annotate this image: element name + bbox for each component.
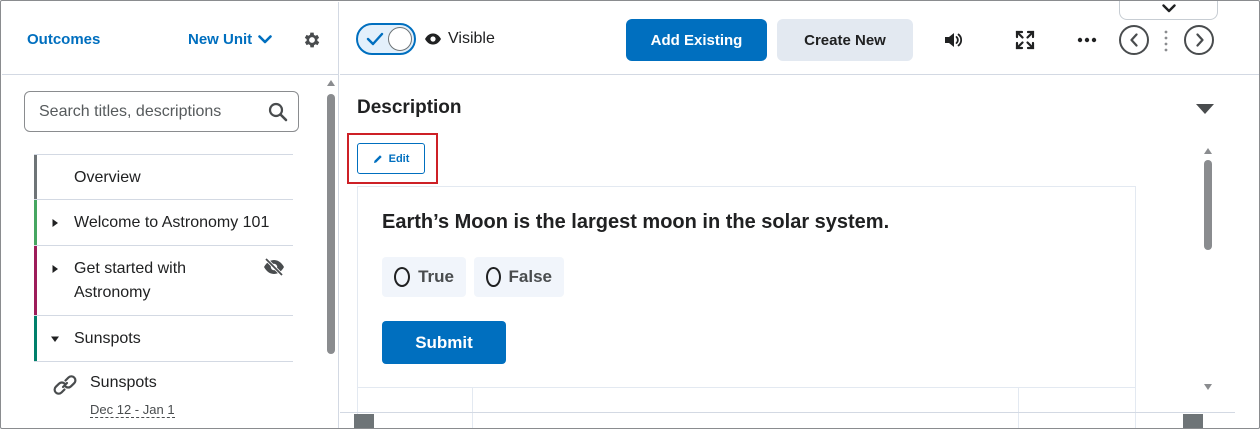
toc-item-overview[interactable]: Overview — [34, 154, 293, 200]
scrollbar-thumb[interactable] — [1204, 160, 1212, 250]
toc-color-bar — [34, 200, 37, 245]
new-unit-label: New Unit — [188, 31, 253, 48]
caret-down-icon[interactable] — [50, 334, 60, 344]
scrollbar-thumb[interactable] — [327, 94, 335, 354]
toc-item-label: Welcome to Astronomy 101 — [74, 214, 270, 231]
search-input[interactable] — [39, 102, 259, 122]
visibility-label: Visible — [448, 30, 495, 47]
choice-false[interactable]: False — [474, 257, 564, 297]
chevron-down-icon — [1162, 4, 1176, 13]
eye-icon — [425, 33, 441, 45]
toc-item-get-started[interactable]: Get started with Astronomy — [34, 246, 293, 316]
read-aloud-button[interactable] — [939, 26, 967, 54]
submit-button[interactable]: Submit — [382, 321, 506, 364]
bottom-bar-edge — [354, 414, 374, 428]
topic-content: Description Edit Earth’s Moon is the lar… — [340, 76, 1235, 428]
question-text: Earth’s Moon is the largest moon in the … — [382, 211, 890, 233]
bottom-bar-edge — [1183, 414, 1203, 428]
collapse-description-icon[interactable] — [1196, 104, 1214, 114]
choice-true[interactable]: True — [382, 257, 466, 297]
divider — [340, 412, 1235, 413]
collapse-toolbar-tab[interactable] — [1119, 1, 1218, 20]
toc-color-bar — [34, 316, 37, 361]
caret-right-icon[interactable] — [50, 264, 60, 274]
choice-label: True — [418, 267, 454, 286]
fullscreen-button[interactable] — [1011, 26, 1039, 54]
visibility-status: Visible — [424, 30, 495, 48]
chevron-right-icon — [1196, 33, 1204, 47]
create-new-button[interactable]: Create New — [777, 19, 913, 61]
subitem-title: Sunspots — [90, 374, 157, 391]
outcomes-link[interactable]: Outcomes — [27, 31, 100, 48]
table-of-contents-panel: Outcomes New Unit Overview — [2, 2, 339, 428]
more-horizontal-icon — [1077, 37, 1097, 43]
subitem-dates[interactable]: Dec 12 - Jan 1 — [90, 402, 175, 418]
visibility-toggle[interactable] — [356, 23, 416, 55]
gear-icon[interactable] — [302, 30, 322, 50]
caret-right-icon[interactable] — [50, 218, 60, 228]
divider-dots — [1164, 30, 1168, 52]
chevron-down-icon — [258, 35, 272, 44]
toolbar: Visible Add Existing Create New — [340, 1, 1259, 75]
checkmark-icon — [366, 32, 384, 46]
content-scrollbar[interactable] — [1202, 146, 1214, 396]
toc-item-sunspots[interactable]: Sunspots — [34, 316, 293, 362]
fullscreen-icon — [1015, 30, 1035, 50]
choice-label: False — [508, 267, 552, 286]
toc-list: Overview Welcome to Astronomy 101 Get st… — [34, 154, 293, 362]
toc-item-label: Overview — [74, 169, 141, 186]
panel-header: Outcomes New Unit — [2, 2, 339, 75]
divider — [472, 387, 473, 428]
toc-item-label-line2: Astronomy — [74, 284, 151, 301]
speaker-icon — [945, 33, 963, 47]
radio-button[interactable] — [486, 267, 501, 287]
edit-description-button[interactable]: Edit — [357, 143, 425, 174]
scroll-up-arrow-icon[interactable] — [327, 80, 335, 86]
toc-color-bar — [34, 246, 37, 315]
more-options-button[interactable] — [1073, 26, 1101, 54]
toggle-knob — [388, 27, 412, 51]
embedded-question-card: Earth’s Moon is the largest moon in the … — [357, 186, 1136, 428]
toc-item-label: Sunspots — [74, 330, 141, 347]
pencil-icon — [373, 154, 382, 163]
chevron-left-icon — [1130, 33, 1138, 47]
link-icon — [53, 375, 77, 395]
app-window: Outcomes New Unit Overview — [0, 0, 1260, 429]
sidebar-scrollbar[interactable] — [325, 78, 337, 428]
divider — [1018, 387, 1019, 428]
search-icon[interactable] — [268, 102, 288, 122]
scroll-up-arrow-icon[interactable] — [1204, 148, 1212, 154]
toc-item-label-line1: Get started with — [74, 260, 187, 277]
radio-button[interactable] — [394, 267, 411, 287]
eye-slash-icon — [264, 258, 284, 276]
next-topic-button[interactable] — [1184, 25, 1214, 55]
new-unit-button[interactable]: New Unit — [188, 31, 272, 48]
toc-subitem-sunspots[interactable]: Sunspots Dec 12 - Jan 1 — [50, 370, 290, 420]
add-existing-button[interactable]: Add Existing — [626, 19, 767, 61]
toc-color-bar — [34, 155, 37, 199]
scroll-down-arrow-icon[interactable] — [1204, 384, 1212, 390]
search-box — [24, 91, 299, 132]
description-heading: Description — [357, 97, 462, 118]
edit-label: Edit — [388, 152, 410, 165]
toc-item-welcome[interactable]: Welcome to Astronomy 101 — [34, 200, 293, 246]
previous-topic-button[interactable] — [1119, 25, 1149, 55]
divider — [358, 387, 1135, 388]
